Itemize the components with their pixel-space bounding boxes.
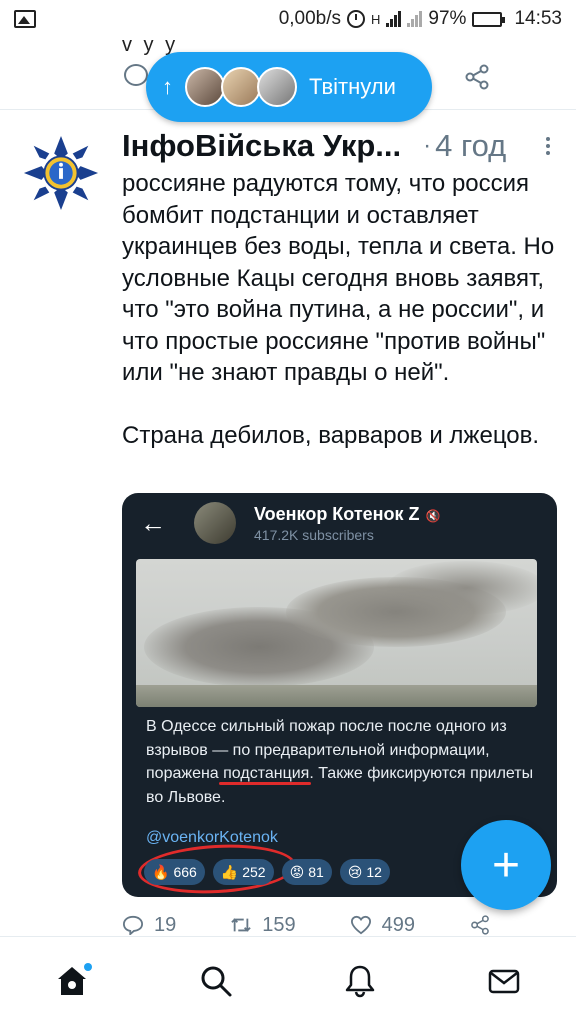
avatar — [185, 67, 225, 107]
messages-icon — [488, 969, 520, 993]
tweet-text: россияне радуются тому, что россия бомби… — [122, 168, 562, 452]
arrow-up-icon: ↑ — [162, 74, 173, 99]
avatar-stack — [185, 67, 297, 107]
reaction-crying: 😢 12 — [339, 859, 390, 885]
plus-icon: + — [491, 838, 521, 892]
nav-home[interactable] — [42, 951, 102, 1011]
battery-percent: 97% — [428, 8, 467, 29]
tweet-paragraph: россияне радуются тому, что россия бомби… — [122, 170, 555, 386]
like-count: 499 — [381, 913, 415, 936]
status-bar: 0,00b/s H 97% 14:53 — [0, 0, 576, 38]
pill-label: Твітнули — [309, 74, 396, 99]
author-avatar[interactable] — [22, 134, 100, 212]
compose-tweet-button[interactable]: + — [461, 820, 551, 910]
nav-search[interactable] — [186, 951, 246, 1011]
new-content-dot — [84, 962, 92, 971]
reactions: 🔥 666 👍 252 😡 81 😢 12 — [144, 859, 390, 885]
channel-name: Voенкор Котенок Z — [254, 503, 420, 524]
separator: · — [423, 132, 432, 159]
retweet-icon — [231, 918, 251, 932]
notifications-icon — [345, 965, 375, 997]
retweet-button[interactable]: 159 — [230, 913, 296, 937]
avatar — [257, 67, 297, 107]
tweet-header: ІнфоВійська Укр... · 4 год — [122, 124, 562, 168]
signal-2-icon — [407, 11, 423, 27]
network-type: H — [371, 11, 381, 27]
avatar — [221, 67, 261, 107]
tweet-paragraph: Страна дебилов, варваров и лжецов. — [122, 422, 540, 449]
clock-time: 14:53 — [514, 8, 562, 29]
battery-icon — [472, 11, 506, 27]
more-options-icon[interactable] — [546, 137, 550, 155]
channel-avatar — [194, 502, 236, 544]
alarm-clock-icon — [347, 10, 366, 28]
share-icon[interactable] — [464, 64, 490, 90]
smoke-photo — [136, 559, 537, 707]
signal-icon — [386, 11, 402, 27]
reaction-thumbs-up: 👍 252 — [212, 859, 274, 885]
bottom-navigation — [0, 936, 576, 1024]
tweet-time[interactable]: 4 год — [435, 128, 506, 164]
mute-icon: 🔇 — [425, 508, 441, 523]
underlined-word: подстанция — [223, 765, 310, 782]
subscriber-count: 417.2K subscribers — [254, 526, 374, 543]
like-button[interactable]: 499 — [350, 914, 415, 937]
search-icon — [201, 966, 232, 996]
reply-count: 19 — [154, 913, 177, 936]
retweet-count: 159 — [262, 913, 296, 936]
back-arrow-icon: ← — [140, 507, 166, 538]
share-button[interactable] — [469, 915, 491, 935]
author-name[interactable]: ІнфоВійська Укр... — [122, 128, 401, 164]
heart-icon — [350, 915, 371, 935]
reply-icon[interactable] — [124, 64, 148, 86]
gallery-icon — [14, 10, 36, 28]
reaction-fire: 🔥 666 — [144, 859, 205, 885]
reaction-angry: 😡 81 — [281, 859, 332, 885]
reply-button[interactable]: 19 — [122, 914, 176, 937]
reply-icon — [122, 915, 144, 935]
nav-messages[interactable] — [474, 951, 534, 1011]
nav-notifications[interactable] — [330, 951, 390, 1011]
share-icon — [471, 915, 489, 935]
telegram-header: ← Voенкор Котенок Z 🔇 417.2K subscribers — [122, 493, 557, 553]
network-speed: 0,00b/s — [278, 8, 342, 29]
new-tweets-pill[interactable]: ↑ Твітнули — [146, 52, 432, 122]
telegram-message: В Одессе сильный пожар после после одног… — [146, 718, 534, 806]
